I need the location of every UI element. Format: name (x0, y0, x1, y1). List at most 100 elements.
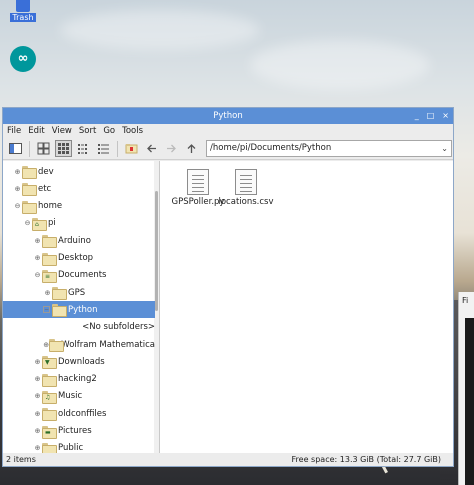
expand-icon[interactable]: ⊕ (33, 444, 42, 452)
tree-item-gps[interactable]: ⊕ GPS (3, 284, 155, 301)
collapse-icon[interactable]: − (43, 306, 50, 314)
thumbnail-view-button[interactable] (55, 140, 72, 157)
window-titlebar[interactable]: Python _ □ × (3, 108, 453, 124)
expand-icon[interactable]: ⊕ (33, 427, 42, 435)
arrow-right-icon (167, 144, 176, 153)
toolbar: /home/pi/Documents/Python ⌄ (3, 138, 453, 160)
tree-item-label: Downloads (58, 356, 105, 367)
collapse-icon[interactable]: ⊖ (23, 219, 32, 227)
expand-icon[interactable]: ⊕ (33, 254, 42, 262)
expand-icon[interactable]: ⊕ (43, 289, 52, 297)
menu-tools[interactable]: Tools (122, 124, 143, 138)
trash-desktop-icon[interactable]: Trash (8, 0, 38, 23)
menu-edit[interactable]: Edit (28, 124, 44, 138)
arrow-left-icon (147, 144, 156, 153)
compact-view-icon (78, 144, 87, 154)
folder-icon: ♫ (42, 390, 57, 404)
minimize-button[interactable]: _ (415, 108, 419, 124)
text-file-icon (235, 169, 257, 195)
wallpaper-cloud (250, 40, 430, 90)
expand-icon[interactable]: ⊕ (33, 237, 42, 245)
wallpaper-cloud (60, 10, 260, 50)
file-item[interactable]: locations.csv (216, 169, 276, 207)
tree-item-hacking2[interactable]: ⊕ hacking2 (3, 371, 155, 388)
trash-label: Trash (10, 13, 36, 22)
menu-sort[interactable]: Sort (79, 124, 96, 138)
expand-icon[interactable]: ⊕ (33, 410, 42, 418)
background-window[interactable]: Fi (458, 292, 474, 485)
icon-view-icon (37, 142, 50, 155)
folder-icon (52, 287, 67, 301)
tree-item-etc[interactable]: ⊕ etc (3, 180, 155, 197)
tree-item-wolfram-mathematica[interactable]: ⊕ Wolfram Mathematica (3, 336, 155, 353)
arduino-desktop-icon[interactable]: ∞ (8, 46, 38, 72)
expand-icon[interactable]: ⊕ (33, 375, 42, 383)
forward-button[interactable] (163, 140, 180, 157)
tree-item-label: Wolfram Mathematica (61, 339, 155, 350)
expand-icon[interactable]: ⊕ (13, 185, 22, 193)
side-pane-button[interactable] (7, 140, 24, 157)
text-file-icon (187, 169, 209, 195)
icon-view-button[interactable] (35, 140, 52, 157)
back-button[interactable] (143, 140, 160, 157)
tree-item-no-subfolders[interactable]: <No subfolders> (3, 319, 155, 336)
content-area: ⊕ dev ⊕ etc ⊖ home ⊖ ⌂ pi ⊕ Arduino ⊕ Desktop ⊖ ≡ Docum… (3, 161, 453, 453)
tree-item-label: GPS (68, 287, 86, 298)
tree-item-label: Music (58, 391, 83, 402)
new-tab-button[interactable] (123, 140, 140, 157)
collapse-icon[interactable]: ⊖ (13, 202, 22, 210)
file-view[interactable]: GPSPoller.py locations.csv (160, 161, 453, 453)
tree-item-dev[interactable]: ⊕ dev (3, 163, 155, 180)
tree-item-pictures[interactable]: ⊕ ▬ Pictures (3, 423, 155, 440)
tree-item-python[interactable]: − Python (3, 301, 155, 319)
background-terminal-area (465, 318, 474, 485)
tree-item-label: pi (48, 218, 56, 229)
tree-item-public[interactable]: ⊕ Public (3, 440, 155, 453)
collapse-icon[interactable]: ⊖ (33, 271, 42, 279)
free-space: Free space: 13.3 GiB (Total: 27.7 GiB) (291, 455, 441, 464)
tree-item-downloads[interactable]: ⊕ ▼ Downloads (3, 353, 155, 370)
tree-item-pi[interactable]: ⊖ ⌂ pi (3, 215, 155, 232)
tree-item-label: home (38, 201, 63, 212)
folder-icon: ▼ (42, 356, 57, 370)
menu-file[interactable]: File (7, 124, 21, 138)
folder-icon (22, 200, 37, 214)
expand-icon[interactable]: ⊕ (13, 168, 22, 176)
folder-icon (22, 183, 37, 197)
toolbar-separator (29, 140, 30, 157)
tree-item-label: etc (38, 183, 52, 194)
compact-view-button[interactable] (75, 140, 92, 157)
arduino-icon: ∞ (10, 46, 36, 72)
chevron-down-icon[interactable]: ⌄ (441, 141, 448, 156)
window-title: Python (213, 111, 243, 121)
tree-item-label: dev (38, 166, 54, 177)
item-count: 2 items (6, 455, 36, 464)
tree-item-home[interactable]: ⊖ home (3, 198, 155, 215)
menu-go[interactable]: Go (103, 124, 115, 138)
list-view-icon (98, 144, 109, 154)
tree-item-label: oldconffiles (58, 408, 107, 419)
parent-folder-button[interactable] (183, 140, 200, 157)
expand-icon[interactable]: ⊕ (33, 358, 42, 366)
folder-icon (22, 166, 37, 179)
tree-item-documents[interactable]: ⊖ ≡ Documents (3, 267, 155, 284)
tree-item-label: Documents (58, 270, 107, 281)
tree-item-oldconffiles[interactable]: ⊕ oldconffiles (3, 405, 155, 422)
toolbar-separator (117, 140, 118, 157)
folder-icon (42, 373, 57, 387)
folder-icon: ⌂ (32, 217, 47, 231)
detailed-list-view-button[interactable] (95, 140, 112, 157)
tree-item-label: Desktop (58, 253, 94, 263)
location-path-input[interactable]: /home/pi/Documents/Python ⌄ (206, 140, 452, 157)
tree-item-desktop[interactable]: ⊕ Desktop (3, 250, 155, 267)
maximize-button[interactable]: □ (427, 108, 435, 124)
folder-icon: ▬ (42, 425, 57, 439)
menu-view[interactable]: View (52, 124, 72, 138)
tree-item-music[interactable]: ⊕ ♫ Music (3, 388, 155, 405)
tree-scrollbar-thumb[interactable] (155, 191, 158, 311)
folder-icon (52, 304, 67, 318)
expand-icon[interactable]: ⊕ (33, 392, 42, 400)
close-button[interactable]: × (442, 108, 449, 124)
tree-item-arduino[interactable]: ⊕ Arduino (3, 232, 155, 249)
side-pane-icon (9, 143, 22, 154)
